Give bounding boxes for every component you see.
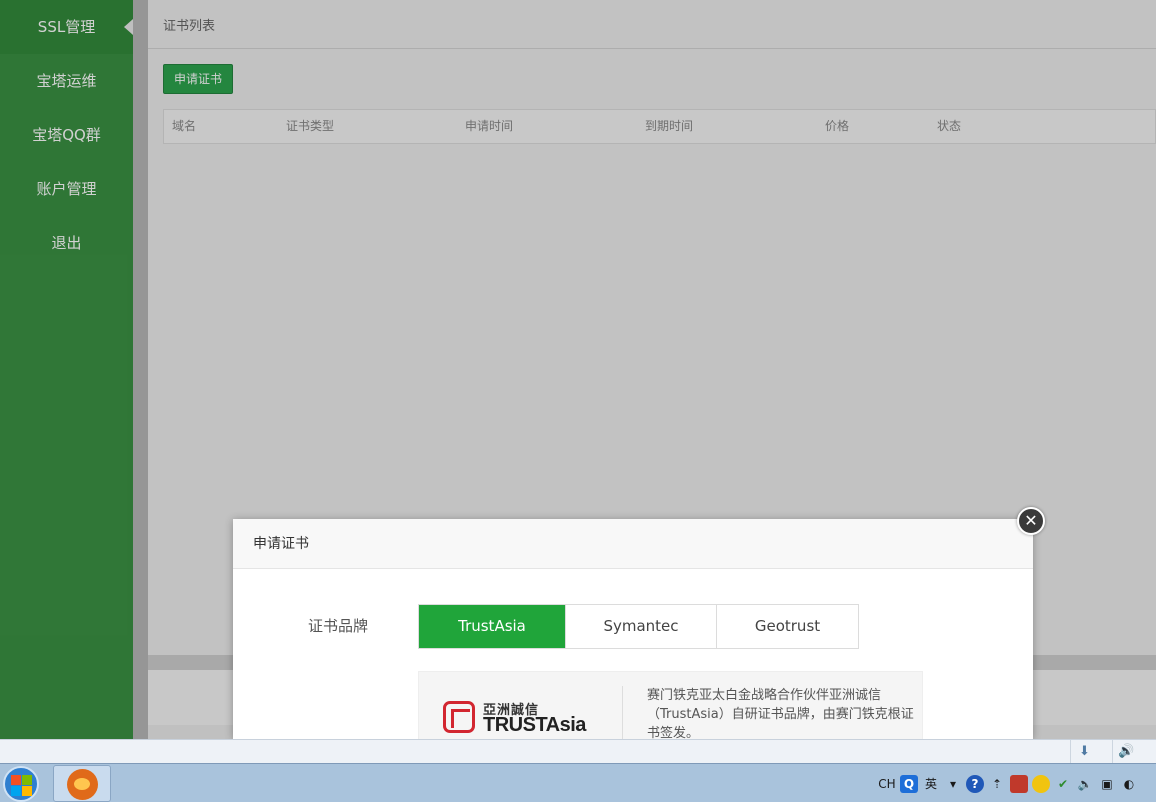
close-dialog-button[interactable]: ✕ bbox=[1017, 507, 1045, 535]
start-button[interactable] bbox=[3, 766, 39, 802]
tray-app-icon-yellow[interactable] bbox=[1032, 775, 1050, 793]
dialog-title: 申请证书 bbox=[233, 519, 1033, 569]
taskbar-browser-app[interactable] bbox=[53, 765, 111, 802]
browser-app-icon bbox=[67, 769, 98, 800]
logo-text-en: TRUSTAsia bbox=[483, 714, 586, 736]
windows-logo-icon bbox=[11, 775, 21, 785]
windows-logo-icon-part bbox=[11, 786, 21, 796]
tray-app-icon-red[interactable] bbox=[1010, 775, 1028, 793]
trustasia-logo-icon bbox=[443, 701, 475, 733]
tray-expand-icon[interactable]: ⇡ bbox=[988, 775, 1006, 793]
brand-tab-geotrust[interactable]: Geotrust bbox=[717, 605, 858, 648]
sound-icon[interactable]: ◐ bbox=[1120, 775, 1138, 793]
windows-taskbar: CH Q 英 ▾ ? ⇡ ✔ 🔈 ▣ ◐ bbox=[0, 763, 1156, 802]
network-icon[interactable]: ▣ bbox=[1098, 775, 1116, 793]
windows-logo-icon-part bbox=[22, 786, 32, 796]
volume-icon[interactable]: 🔊 bbox=[1112, 740, 1140, 763]
brand-info-box: 亞洲誠信 TRUSTAsia 赛门铁克亚太白金战略合作伙伴亚洲诚信（TrustA… bbox=[418, 671, 923, 739]
system-tray: CH Q 英 ▾ ? ⇡ ✔ 🔈 ▣ ◐ bbox=[878, 770, 1138, 798]
ime-menu-arrow-icon[interactable]: ▾ bbox=[944, 775, 962, 793]
windows-logo-icon-part bbox=[22, 775, 32, 785]
qq-input-icon[interactable]: Q bbox=[900, 775, 918, 793]
brand-description: 赛门铁克亚太白金战略合作伙伴亚洲诚信（TrustAsia）自研证书品牌，由赛门铁… bbox=[647, 688, 914, 739]
apply-certificate-dialog: 申请证书 证书品牌 TrustAsia Symantec Geotrust 亞洲… bbox=[233, 519, 1033, 739]
cert-brand-label: 证书品牌 bbox=[308, 617, 369, 635]
help-icon[interactable]: ? bbox=[966, 775, 984, 793]
ime-mode-indicator[interactable]: 英 bbox=[922, 775, 940, 793]
brand-tab-trustasia[interactable]: TrustAsia bbox=[419, 605, 566, 648]
trustasia-logo: 亞洲誠信 TRUSTAsia bbox=[443, 699, 598, 739]
brand-tab-symantec[interactable]: Symantec bbox=[566, 605, 717, 648]
security-check-icon[interactable]: ✔ bbox=[1054, 775, 1072, 793]
language-indicator[interactable]: CH bbox=[878, 775, 896, 793]
cert-brand-selector: TrustAsia Symantec Geotrust bbox=[418, 604, 859, 649]
info-divider bbox=[622, 686, 623, 739]
download-icon[interactable]: ⬇ bbox=[1070, 740, 1098, 763]
close-icon: ✕ bbox=[1024, 511, 1038, 530]
speaker-icon[interactable]: 🔈 bbox=[1076, 775, 1094, 793]
browser-status-bar: ⬇ 🔊 bbox=[0, 739, 1156, 763]
